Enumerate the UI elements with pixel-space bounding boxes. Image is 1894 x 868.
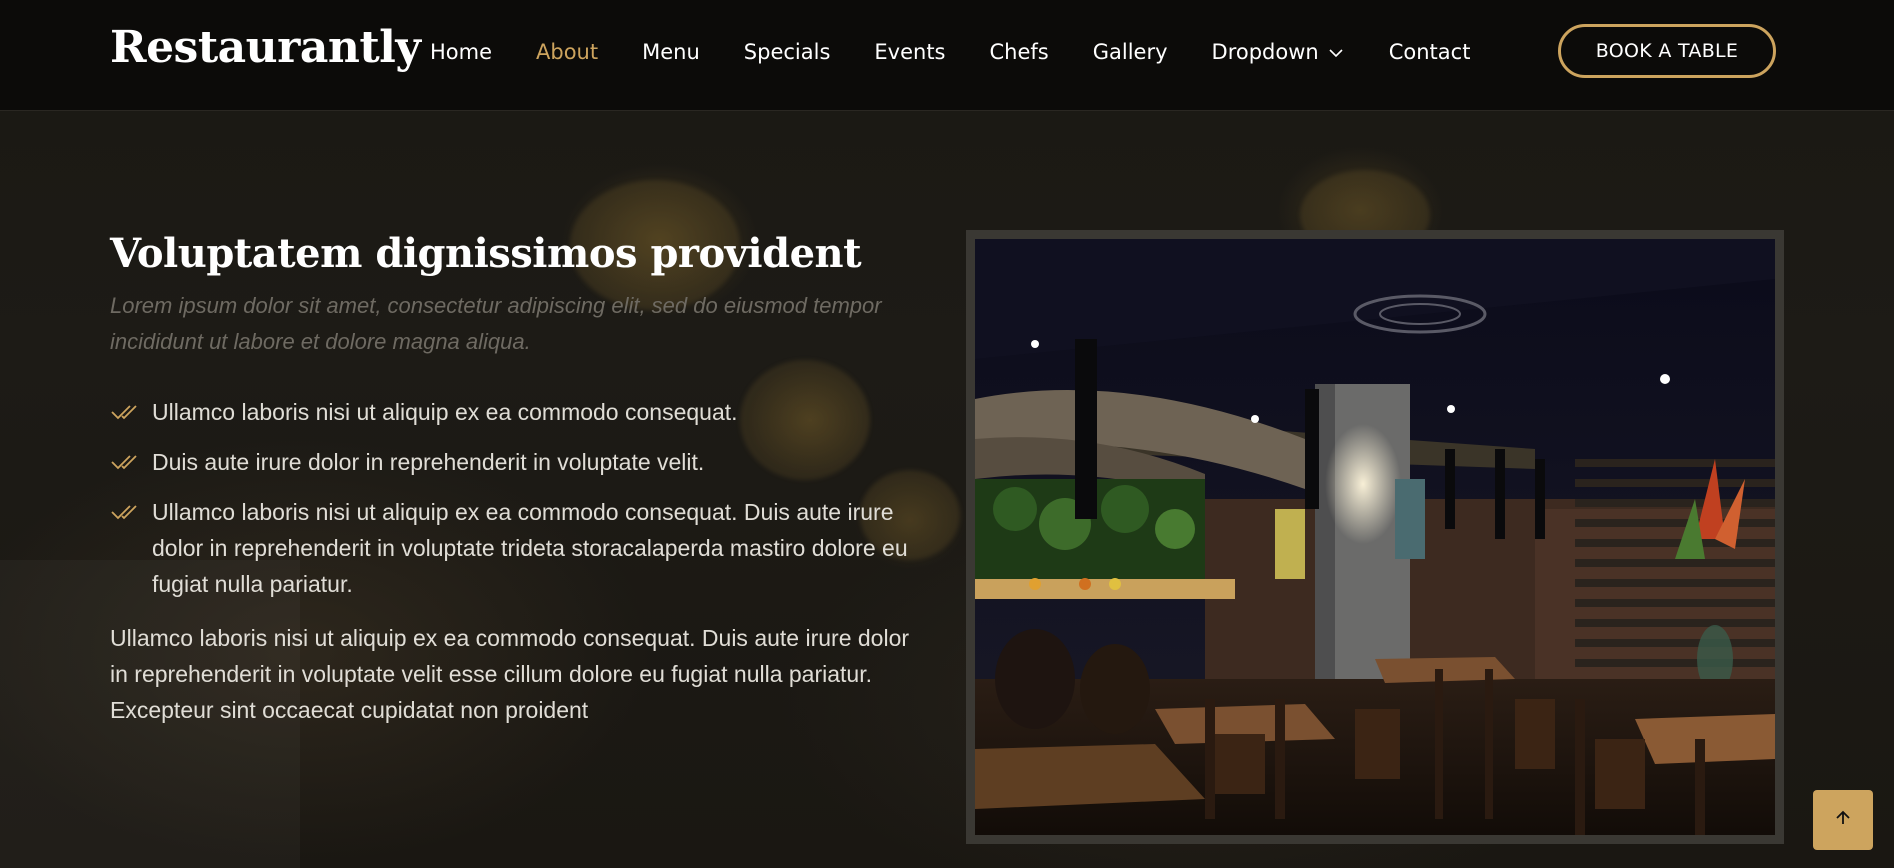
- nav-label: Home: [430, 40, 493, 64]
- back-to-top-button[interactable]: [1813, 790, 1873, 850]
- about-checklist: Ullamco laboris nisi ut aliquip ex ea co…: [110, 394, 940, 602]
- list-item: Duis aute irure dolor in reprehenderit i…: [110, 444, 940, 480]
- nav-about[interactable]: About: [536, 40, 598, 64]
- about-paragraph: Ullamco laboris nisi ut aliquip ex ea co…: [110, 625, 910, 723]
- list-item-text: Ullamco laboris nisi ut aliquip ex ea co…: [152, 399, 738, 425]
- chevron-down-icon: [1327, 43, 1345, 61]
- nav-specials[interactable]: Specials: [744, 40, 831, 64]
- nav-label: Specials: [743, 40, 831, 64]
- list-item-text: Ullamco laboris nisi ut aliquip ex ea co…: [152, 499, 908, 597]
- nav-menu[interactable]: Menu: [642, 40, 700, 64]
- double-check-icon: [110, 394, 142, 430]
- double-check-icon: [110, 494, 142, 530]
- about-title: Voluptatem dignissimos provident: [110, 230, 862, 277]
- main-nav: Home About Menu Specials Events Chefs Ga…: [430, 0, 1514, 104]
- site-header: Restaurantly Home About Menu Specials Ev…: [0, 0, 1894, 111]
- list-item: Ullamco laboris nisi ut aliquip ex ea co…: [110, 394, 940, 430]
- nav-contact[interactable]: Contact: [1389, 40, 1471, 64]
- nav-label: About: [536, 40, 599, 64]
- list-item-text: Duis aute irure dolor in reprehenderit i…: [152, 449, 705, 475]
- about-subtitle: Lorem ipsum dolor sit amet, consectetur …: [110, 293, 882, 354]
- nav-events[interactable]: Events: [874, 40, 945, 64]
- list-item: Ullamco laboris nisi ut aliquip ex ea co…: [110, 494, 940, 602]
- nav-label: Dropdown: [1211, 40, 1319, 64]
- nav-dropdown[interactable]: Dropdown: [1212, 40, 1345, 64]
- nav-label: Chefs: [989, 40, 1049, 64]
- nav-label: Gallery: [1092, 40, 1168, 64]
- nav-home[interactable]: Home: [430, 40, 492, 64]
- nav-chefs[interactable]: Chefs: [990, 40, 1049, 64]
- nav-gallery[interactable]: Gallery: [1093, 40, 1168, 64]
- about-content: Voluptatem dignissimos provident Lorem i…: [110, 228, 940, 728]
- site-logo[interactable]: Restaurantly: [110, 22, 421, 73]
- nav-label: Contact: [1388, 40, 1471, 64]
- nav-label: Menu: [642, 40, 700, 64]
- arrow-up-icon: [1833, 808, 1853, 833]
- double-check-icon: [110, 444, 142, 480]
- book-a-table-button[interactable]: BOOK A TABLE: [1558, 24, 1776, 78]
- restaurant-interior-photo: [966, 230, 1784, 844]
- nav-label: Events: [874, 40, 946, 64]
